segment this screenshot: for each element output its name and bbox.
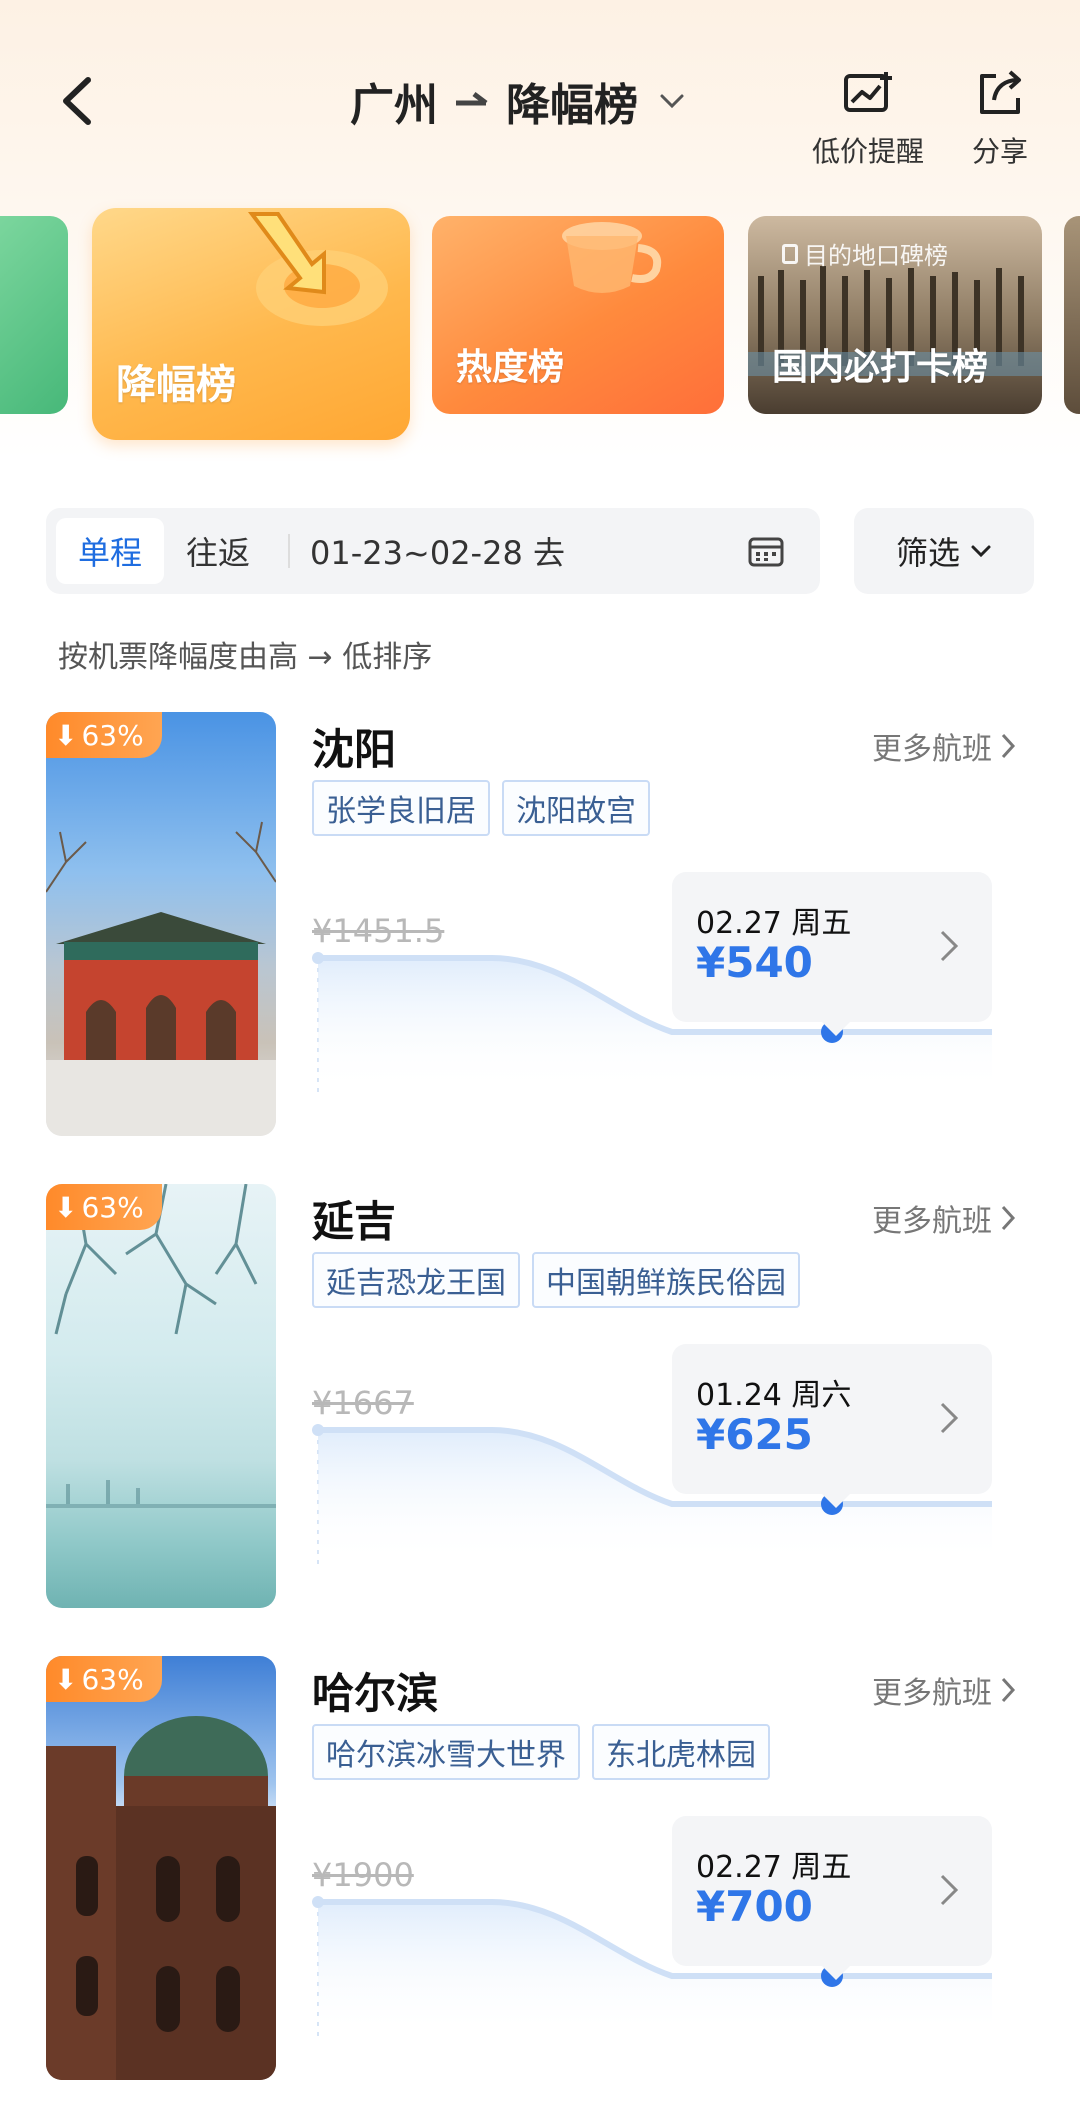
category-label: 国内必打卡榜 bbox=[772, 347, 989, 388]
route-selector[interactable]: 广州 降幅榜 bbox=[350, 66, 686, 136]
route-destination: 降幅榜 bbox=[506, 80, 638, 131]
arrow-down-icon: ⬇ bbox=[54, 1190, 78, 1224]
drop-badge: ⬇ 63% bbox=[46, 1184, 162, 1230]
palace-gate-image bbox=[46, 821, 276, 1136]
original-price: ¥1900 bbox=[312, 1856, 414, 1894]
route-origin: 广州 bbox=[350, 80, 438, 131]
drop-percent: 63% bbox=[81, 1190, 144, 1224]
drop-badge: ⬇ 63% bbox=[46, 712, 162, 758]
drop-badge: ⬇ 63% bbox=[46, 1656, 162, 1702]
chevron-right-icon bbox=[940, 1874, 959, 1906]
city-name: 哈尔滨 bbox=[312, 1669, 439, 1718]
attraction-tag[interactable]: 沈阳故宫 bbox=[502, 780, 650, 836]
chevron-down-icon bbox=[660, 94, 684, 109]
price-alert-icon bbox=[844, 72, 892, 112]
city-photo: ⬇ 63% bbox=[46, 1184, 276, 1608]
attraction-tag[interactable]: 哈尔滨冰雪大世界 bbox=[312, 1724, 580, 1780]
price-alert-label: 低价提醒 bbox=[812, 135, 925, 168]
attraction-tags: 延吉恐龙王国 中国朝鲜族民俗园 bbox=[312, 1252, 800, 1308]
list-item[interactable]: ⬇ 63% 延吉 更多航班 延吉恐龙王国 中国朝鲜族民俗园 ¥1667 01.2… bbox=[0, 1184, 1080, 1614]
destination-tag: 目的地口碑榜 bbox=[782, 236, 948, 271]
arrow-down-icon: ⬇ bbox=[54, 718, 78, 752]
city-name: 沈阳 bbox=[312, 725, 397, 774]
category-card-price-drop[interactable]: 降幅榜 bbox=[92, 208, 410, 440]
filter-button[interactable]: 筛选 bbox=[854, 508, 1034, 594]
attraction-tags: 哈尔滨冰雪大世界 东北虎林园 bbox=[312, 1724, 770, 1780]
sort-description: 按机票降幅度由高 → 低排序 bbox=[58, 640, 433, 675]
current-price: ¥700 bbox=[696, 1882, 813, 1931]
original-price: ¥1667 bbox=[312, 1384, 414, 1422]
ranking-categories: 降幅榜 热度榜 目的地口碑榜 国内必打卡榜 bbox=[0, 206, 1080, 446]
frosted-trees-image bbox=[46, 1184, 276, 1508]
tab-oneway[interactable]: 单程 bbox=[56, 518, 165, 584]
flight-date: 02.27 周五 bbox=[696, 1850, 852, 1885]
arrow-right-icon bbox=[456, 92, 488, 106]
cup-icon bbox=[562, 222, 662, 293]
current-price: ¥625 bbox=[696, 1410, 813, 1459]
more-flights-link[interactable]: 更多航班 bbox=[872, 724, 1016, 768]
attraction-tag[interactable]: 延吉恐龙王国 bbox=[312, 1252, 520, 1308]
calendar-icon[interactable] bbox=[746, 531, 786, 571]
drop-arrow-icon bbox=[248, 212, 388, 326]
lowest-price-card[interactable]: 01.24 周六 ¥625 bbox=[672, 1344, 992, 1508]
date-range[interactable]: 01-23~02-28 去 bbox=[310, 528, 746, 574]
attraction-tag[interactable]: 张学良旧居 bbox=[312, 780, 490, 836]
city-photo: ⬇ 63% bbox=[46, 1656, 276, 2080]
trip-options-bar: 单程 往返 01-23~02-28 去 bbox=[46, 508, 820, 594]
more-flights-link[interactable]: 更多航班 bbox=[872, 1196, 1016, 1240]
city-photo: ⬇ 63% bbox=[46, 712, 276, 1136]
cathedral-image bbox=[46, 1716, 276, 2080]
category-label: 降幅榜 bbox=[116, 362, 236, 408]
list-item[interactable]: ⬇ 63% 沈阳 更多航班 张学良旧居 沈阳故宫 ¥1451.5 02.27 周… bbox=[0, 712, 1080, 1142]
chevron-left-icon bbox=[63, 77, 91, 125]
share-icon bbox=[980, 70, 1021, 114]
city-name: 延吉 bbox=[312, 1197, 397, 1246]
tab-roundtrip[interactable]: 往返 bbox=[164, 518, 272, 584]
share-button[interactable]: 分享 bbox=[972, 66, 1028, 170]
flight-date: 02.27 周五 bbox=[696, 906, 852, 941]
price-alert-button[interactable]: 低价提醒 bbox=[812, 66, 924, 170]
original-price: ¥1451.5 bbox=[312, 912, 445, 950]
chevron-down-icon bbox=[971, 545, 991, 558]
attraction-tag[interactable]: 东北虎林园 bbox=[592, 1724, 770, 1780]
filter-label: 筛选 bbox=[895, 534, 960, 572]
divider bbox=[288, 534, 291, 568]
current-price: ¥540 bbox=[696, 938, 813, 987]
share-label: 分享 bbox=[972, 135, 1029, 168]
chevron-right-icon bbox=[1001, 1205, 1016, 1231]
chevron-right-icon bbox=[1001, 733, 1016, 759]
attraction-tags: 张学良旧居 沈阳故宫 bbox=[312, 780, 650, 836]
arrow-down-icon: ⬇ bbox=[54, 1662, 78, 1696]
category-label: 热度榜 bbox=[456, 347, 565, 388]
flight-date: 01.24 周六 bbox=[696, 1378, 852, 1413]
back-button[interactable] bbox=[50, 66, 110, 136]
category-card-next[interactable] bbox=[1064, 216, 1080, 414]
chevron-right-icon bbox=[940, 930, 959, 962]
list-item[interactable]: ⬇ 63% 哈尔滨 更多航班 哈尔滨冰雪大世界 东北虎林园 ¥1900 02.2… bbox=[0, 1656, 1080, 2086]
destination-tag-label: 目的地口碑榜 bbox=[804, 242, 948, 270]
attraction-tag[interactable]: 中国朝鲜族民俗园 bbox=[532, 1252, 800, 1308]
category-card-must-visit[interactable]: 目的地口碑榜 国内必打卡榜 bbox=[748, 216, 1042, 414]
category-card-previous[interactable] bbox=[0, 216, 68, 414]
more-flights-link[interactable]: 更多航班 bbox=[872, 1668, 1016, 1712]
lowest-price-card[interactable]: 02.27 周五 ¥540 bbox=[672, 872, 992, 1036]
chevron-right-icon bbox=[1001, 1677, 1016, 1703]
more-flights-label: 更多航班 bbox=[872, 732, 992, 767]
lowest-price-card[interactable]: 02.27 周五 ¥700 bbox=[672, 1816, 992, 1980]
category-card-popularity[interactable]: 热度榜 bbox=[432, 216, 724, 414]
chevron-right-icon bbox=[940, 1402, 959, 1434]
top-bar: 广州 降幅榜 低价提醒 分享 bbox=[0, 0, 1080, 200]
drop-percent: 63% bbox=[81, 1662, 144, 1696]
more-flights-label: 更多航班 bbox=[872, 1676, 992, 1711]
bookmark-icon bbox=[782, 243, 798, 264]
more-flights-label: 更多航班 bbox=[872, 1204, 992, 1239]
drop-percent: 63% bbox=[81, 718, 144, 752]
